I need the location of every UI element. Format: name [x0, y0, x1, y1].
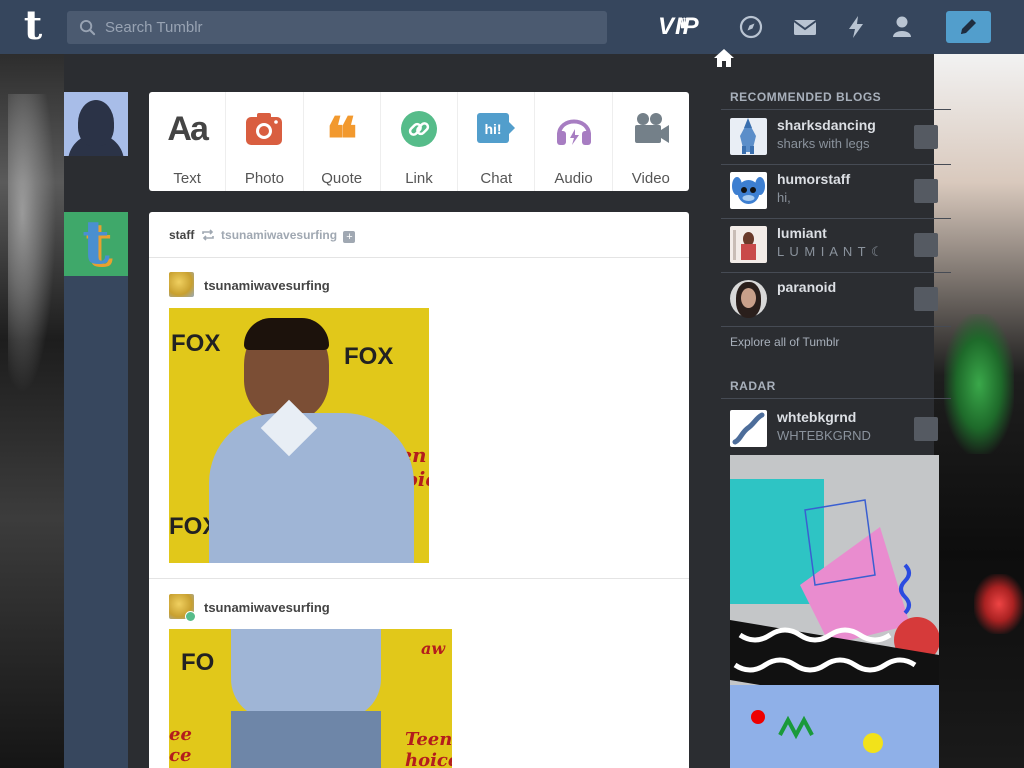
post-author-avatar[interactable] — [169, 272, 194, 297]
follow-plus-icon[interactable]: + — [343, 231, 356, 243]
post-divider — [149, 578, 689, 579]
cartoon-alien-icon — [732, 177, 765, 204]
reblog-trail: staff tsunamiwavesurfing + — [149, 212, 689, 258]
account-icon[interactable] — [889, 14, 915, 40]
sidebar-divider — [721, 398, 951, 399]
recommended-blog-item[interactable]: lumiant L U M I A N T ☾ — [721, 218, 951, 272]
abstract-memphis-art — [730, 455, 939, 768]
blog-subtitle: hi, — [777, 190, 791, 205]
blog-name[interactable]: lumiant — [777, 225, 827, 241]
recommended-blogs-title: RECOMMENDED BLOGS — [730, 90, 882, 104]
radar-post-image[interactable] — [730, 455, 939, 768]
sidebar-divider — [721, 326, 951, 327]
post-type-label: Chat — [480, 170, 513, 187]
post-type-photo-button[interactable]: Photo — [226, 92, 304, 191]
search-input[interactable] — [105, 11, 595, 44]
blog-avatar[interactable] — [730, 410, 767, 447]
post-type-label: Audio — [554, 170, 593, 187]
post-type-link-button[interactable]: Link — [381, 92, 459, 191]
blog-name[interactable]: paranoid — [777, 279, 836, 295]
post-type-video-button[interactable]: Video — [613, 92, 689, 191]
quote-icon: ❝ — [325, 105, 358, 175]
recommended-blog-item[interactable]: humorstaff hi, — [721, 164, 951, 218]
blog-subtitle: WHTEBKGRND — [777, 428, 871, 443]
blog-name[interactable]: whtebkgrnd — [777, 409, 856, 425]
staff-blog-avatar[interactable]: t — [64, 212, 128, 276]
user-avatar[interactable] — [64, 92, 128, 156]
crown-icon: ♛ — [678, 15, 692, 31]
blog-avatar[interactable] — [730, 280, 767, 318]
recommended-blog-item[interactable]: paranoid — [721, 272, 951, 326]
post-type-text-button[interactable]: Aa Text — [149, 92, 227, 191]
compose-button[interactable] — [946, 11, 991, 43]
shark-icon — [740, 118, 756, 154]
blog-avatar[interactable] — [730, 226, 767, 263]
blog-subtitle: sharks with legs — [777, 136, 870, 151]
text-icon: Aa — [167, 110, 208, 148]
post-type-label: Photo — [244, 170, 285, 187]
source-blog-name[interactable]: tsunamiwavesurfing — [221, 228, 337, 242]
follow-button[interactable] — [914, 125, 938, 149]
svg-text:hi!: hi! — [485, 121, 502, 137]
post-type-audio-button[interactable]: Audio — [535, 92, 613, 191]
post-type-label: Video — [631, 170, 670, 187]
search-box[interactable] — [67, 11, 607, 44]
follow-button[interactable] — [914, 233, 938, 257]
post-type-quote-button[interactable]: ❝ Quote — [304, 92, 381, 191]
headphones-icon — [556, 119, 591, 145]
blog-avatar[interactable] — [730, 172, 767, 209]
video-camera-icon — [634, 113, 669, 143]
reblog-post-card: staff tsunamiwavesurfing + tsunamiwavesu… — [149, 212, 689, 768]
post-type-label: Text — [173, 170, 201, 187]
follow-button[interactable] — [914, 179, 938, 203]
background-photo-left — [0, 54, 64, 768]
blog-name[interactable]: sharksdancing — [777, 117, 876, 133]
top-navigation-bar: t ♛ VIP — [0, 0, 1024, 54]
post-type-label: Quote — [321, 170, 363, 187]
reblog-badge-icon — [185, 611, 196, 622]
recommended-blog-item[interactable]: sharksdancing sharks with legs — [721, 110, 951, 164]
explore-link[interactable]: Explore all of Tumblr — [730, 335, 839, 349]
post-type-label: Link — [405, 170, 433, 187]
reblogger-name[interactable]: staff — [169, 228, 194, 242]
radar-blog-item[interactable]: whtebkgrnd WHTEBKGRND — [721, 402, 951, 456]
chat-icon: hi! — [477, 113, 516, 143]
post-author-name[interactable]: tsunamiwavesurfing — [204, 600, 330, 615]
blog-subtitle: L U M I A N T ☾ — [777, 244, 884, 259]
post-type-bar: Aa Text Photo ❝ Quote Link hi! Chat Audi… — [149, 92, 689, 191]
inbox-icon[interactable] — [792, 14, 818, 40]
post-avatar-rail — [64, 276, 128, 768]
follow-button[interactable] — [914, 417, 938, 441]
tumblr-logo-icon[interactable]: t — [14, 6, 52, 47]
follow-button[interactable] — [914, 287, 938, 311]
post-author-name[interactable]: tsunamiwavesurfing — [204, 278, 330, 293]
radar-title: RADAR — [730, 379, 776, 393]
activity-icon[interactable] — [843, 14, 869, 40]
reblog-icon — [201, 229, 214, 241]
home-icon[interactable] — [713, 48, 735, 68]
link-icon — [400, 111, 437, 147]
explore-icon[interactable] — [738, 14, 764, 40]
blog-avatar[interactable] — [730, 118, 767, 155]
pencil-icon — [961, 19, 976, 34]
post-type-chat-button[interactable]: hi! Chat — [458, 92, 536, 191]
blog-name[interactable]: humorstaff — [777, 171, 850, 187]
squiggle-icon — [732, 412, 765, 445]
vip-badge[interactable]: ♛ VIP — [658, 10, 716, 40]
search-icon — [79, 19, 96, 36]
post-photo[interactable]: FOX FOX FOX TeenChoice GIBSON — [169, 308, 429, 563]
camera-icon — [246, 113, 283, 145]
post-photo[interactable]: FO aw Teenhoice eece — [169, 629, 452, 768]
